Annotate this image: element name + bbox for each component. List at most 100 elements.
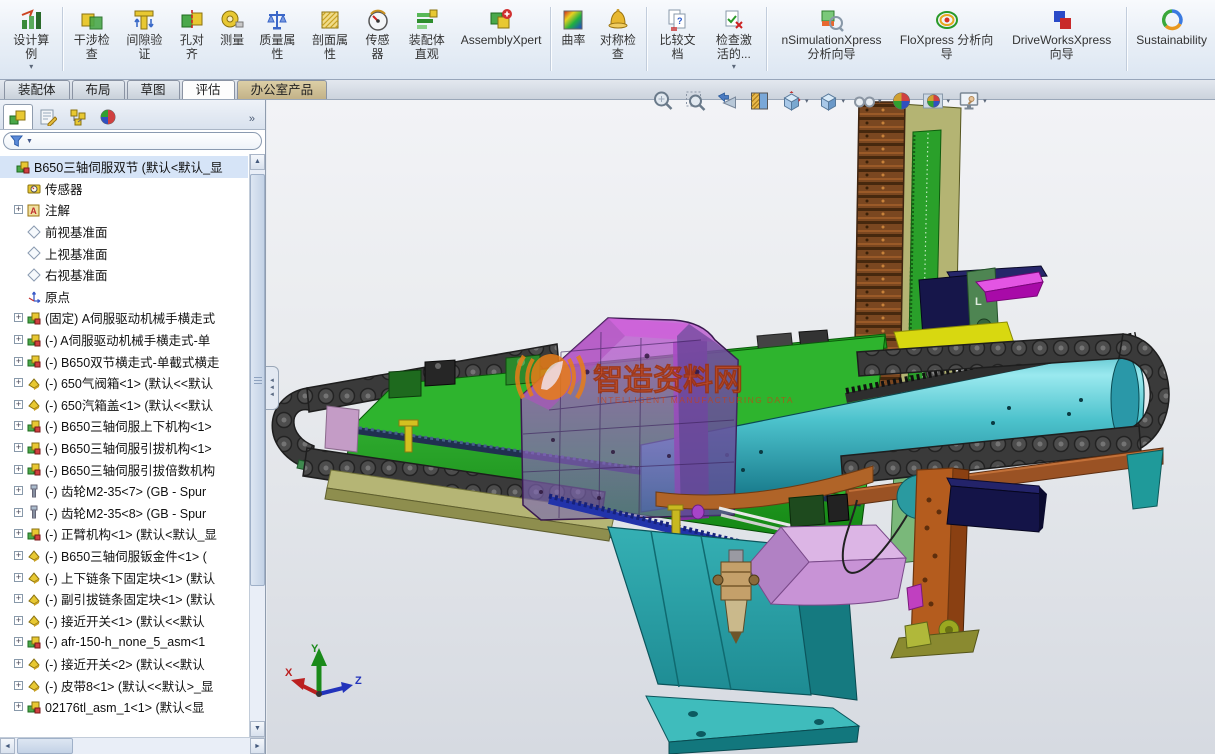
scroll-right-button[interactable]: ►: [250, 738, 265, 754]
expand-icon[interactable]: +: [14, 335, 23, 344]
tree-item[interactable]: 原点: [0, 286, 248, 308]
command-tab-装配体[interactable]: 装配体: [4, 80, 70, 99]
command-tab-评估[interactable]: 评估: [182, 80, 235, 99]
tree-item[interactable]: 上视基准面: [0, 242, 248, 264]
graphics-viewport[interactable]: ◄◄◄: [267, 100, 1215, 754]
tree-filter[interactable]: ▼: [0, 130, 265, 152]
panel-collapse-handle[interactable]: ◄◄◄: [266, 366, 279, 410]
expand-icon[interactable]: +: [14, 357, 23, 366]
horizontal-scroll-thumb[interactable]: [17, 738, 73, 754]
ribbon-button-driveworks[interactable]: DriveWorksXpress 向导: [1000, 3, 1123, 63]
tree-item[interactable]: +(-) 接近开关<1> (默认<<默认: [0, 609, 248, 631]
ribbon-button-assembly-visual[interactable]: 装配体直观: [399, 3, 455, 63]
tree-horizontal-scrollbar[interactable]: ◄ ►: [0, 737, 265, 754]
tree-item[interactable]: +(-) 接近开关<2> (默认<<默认: [0, 653, 248, 675]
ribbon-button-curvature[interactable]: 曲率: [554, 3, 592, 50]
expand-icon[interactable]: +: [14, 421, 23, 430]
hud-view-orientation-button[interactable]: ▾: [779, 89, 809, 113]
tree-item[interactable]: +(-) 正臂机构<1> (默认<默认_显: [0, 523, 248, 545]
ribbon-button-interference[interactable]: 干涉检查: [65, 3, 118, 63]
ribbon-button-check-active[interactable]: 检查激活的...▾: [705, 3, 763, 73]
expand-icon[interactable]: +: [14, 702, 23, 711]
tree-item[interactable]: +(-) 650汽箱盖<1> (默认<<默认: [0, 394, 248, 416]
tree-item[interactable]: +(-) B650双节横走式-单截式横走: [0, 350, 248, 372]
tree-item[interactable]: +(-) 650气阀箱<1> (默认<<默认: [0, 372, 248, 394]
hud-section-view-button[interactable]: [747, 89, 772, 113]
expand-icon[interactable]: +: [14, 205, 23, 214]
ribbon-button-sensor[interactable]: 传感器: [356, 3, 398, 63]
expand-icon[interactable]: +: [14, 681, 23, 690]
ribbon-button-mass-props[interactable]: 质量属性: [251, 3, 304, 63]
tree-item[interactable]: +(-) B650三轴伺服钣金件<1> (: [0, 545, 248, 567]
command-tab-布局[interactable]: 布局: [72, 80, 125, 99]
expand-icon[interactable]: +: [14, 551, 23, 560]
ribbon-button-measure[interactable]: 测量: [213, 3, 251, 50]
expand-icon[interactable]: +: [14, 659, 23, 668]
tree-item[interactable]: B650三轴伺服双节 (默认<默认_显: [0, 156, 248, 178]
panel-tab-featuremanager-tree[interactable]: [3, 104, 33, 129]
tree-item[interactable]: 右视基准面: [0, 264, 248, 286]
vertical-scroll-thumb[interactable]: [250, 174, 265, 586]
hud-zoom-area-button[interactable]: [683, 89, 708, 113]
ribbon-button-compare-docs[interactable]: ?比较文档: [650, 3, 705, 63]
expand-icon[interactable]: +: [14, 616, 23, 625]
expand-icon[interactable]: +: [14, 594, 23, 603]
ribbon-button-simulationxpress[interactable]: nSimulationXpress 分析向导: [770, 3, 893, 63]
hud-view-settings-button[interactable]: ▾: [957, 89, 987, 113]
hud-zoom-fit-button[interactable]: [651, 89, 676, 113]
tree-item[interactable]: +(-) B650三轴伺服引拔倍数机构: [0, 458, 248, 480]
ribbon-button-symmetry[interactable]: 对称检查: [592, 3, 643, 63]
scroll-left-button[interactable]: ◄: [0, 738, 15, 754]
ribbon-button-clearance[interactable]: 间隙验证: [118, 3, 171, 63]
tree-item[interactable]: +(-) 上下链条下固定块<1> (默认: [0, 566, 248, 588]
model-3d-view[interactable]: L: [267, 100, 1215, 754]
expand-icon[interactable]: +: [14, 313, 23, 322]
ribbon-button-floxpress[interactable]: FloXpress 分析向导: [893, 3, 1000, 63]
tree-item[interactable]: +(-) B650三轴伺服引拔机构<1>: [0, 437, 248, 459]
tree-item[interactable]: +(-) afr-150-h_none_5_asm<1: [0, 631, 248, 653]
ribbon-button-design-study[interactable]: 设计算例▾: [4, 3, 59, 73]
hud-display-style-button[interactable]: ▾: [816, 89, 846, 113]
tree-item[interactable]: +(-) B650三轴伺服上下机构<1>: [0, 415, 248, 437]
dropdown-caret-icon: ▾: [947, 97, 951, 105]
hud-apply-scene-button[interactable]: ▾: [921, 89, 951, 113]
tree-item[interactable]: +(-) 齿轮M2-35<8> (GB - Spur: [0, 502, 248, 524]
panel-tab-displaymanager[interactable]: [93, 104, 123, 129]
model-pink-cover[interactable]: [747, 525, 906, 605]
hud-previous-view-button[interactable]: [715, 89, 740, 113]
tree-item[interactable]: +(-) 皮带8<1> (默认<<默认>_显: [0, 674, 248, 696]
ribbon-button-section-props[interactable]: 剖面属性: [304, 3, 357, 63]
expand-icon[interactable]: +: [14, 529, 23, 538]
ribbon-button-hole-align[interactable]: 孔对齐: [171, 3, 213, 63]
scroll-up-button[interactable]: ▲: [250, 154, 265, 170]
tree-item[interactable]: +02176tl_asm_1<1> (默认<显: [0, 696, 248, 718]
expand-icon[interactable]: +: [14, 508, 23, 517]
hud-hide-show-items-button[interactable]: ▾: [852, 89, 882, 113]
expand-icon[interactable]: +: [14, 400, 23, 409]
panel-tab-configurationmanager[interactable]: [63, 104, 93, 129]
ribbon-button-assembly-xpert[interactable]: AssemblyXpert: [455, 3, 548, 50]
tree-item[interactable]: 传感器: [0, 178, 248, 200]
expand-icon[interactable]: +: [14, 378, 23, 387]
tree-item[interactable]: 前视基准面: [0, 221, 248, 243]
expand-icon[interactable]: +: [14, 637, 23, 646]
expand-icon[interactable]: +: [14, 573, 23, 582]
command-tab-办公室产品[interactable]: 办公室产品: [237, 80, 328, 99]
tree-item[interactable]: +(-) 齿轮M2-35<7> (GB - Spur: [0, 480, 248, 502]
command-tab-草图[interactable]: 草图: [127, 80, 180, 99]
tree-item[interactable]: +A注解: [0, 199, 248, 221]
panel-tab-overflow-button[interactable]: »: [249, 113, 263, 129]
tree-item[interactable]: +(固定) A伺服驱动机械手横走式: [0, 307, 248, 329]
tree-vertical-scrollbar[interactable]: ▲ ▼: [249, 154, 265, 737]
tree-item[interactable]: +(-) 副引拔链条固定块<1> (默认: [0, 588, 248, 610]
expand-icon[interactable]: +: [14, 486, 23, 495]
tree-item[interactable]: +(-) A伺服驱动机械手横走式-单: [0, 329, 248, 351]
scroll-down-button[interactable]: ▼: [250, 721, 265, 737]
expand-icon[interactable]: +: [14, 465, 23, 474]
ribbon-button-label: 比较文档: [656, 34, 699, 61]
panel-tab-propertymanager[interactable]: [33, 104, 63, 129]
ribbon-button-sustainability[interactable]: Sustainability: [1130, 3, 1213, 50]
model-servo-motor-y: [947, 486, 1043, 532]
expand-icon[interactable]: +: [14, 443, 23, 452]
hud-edit-appearance-button[interactable]: [889, 89, 914, 113]
